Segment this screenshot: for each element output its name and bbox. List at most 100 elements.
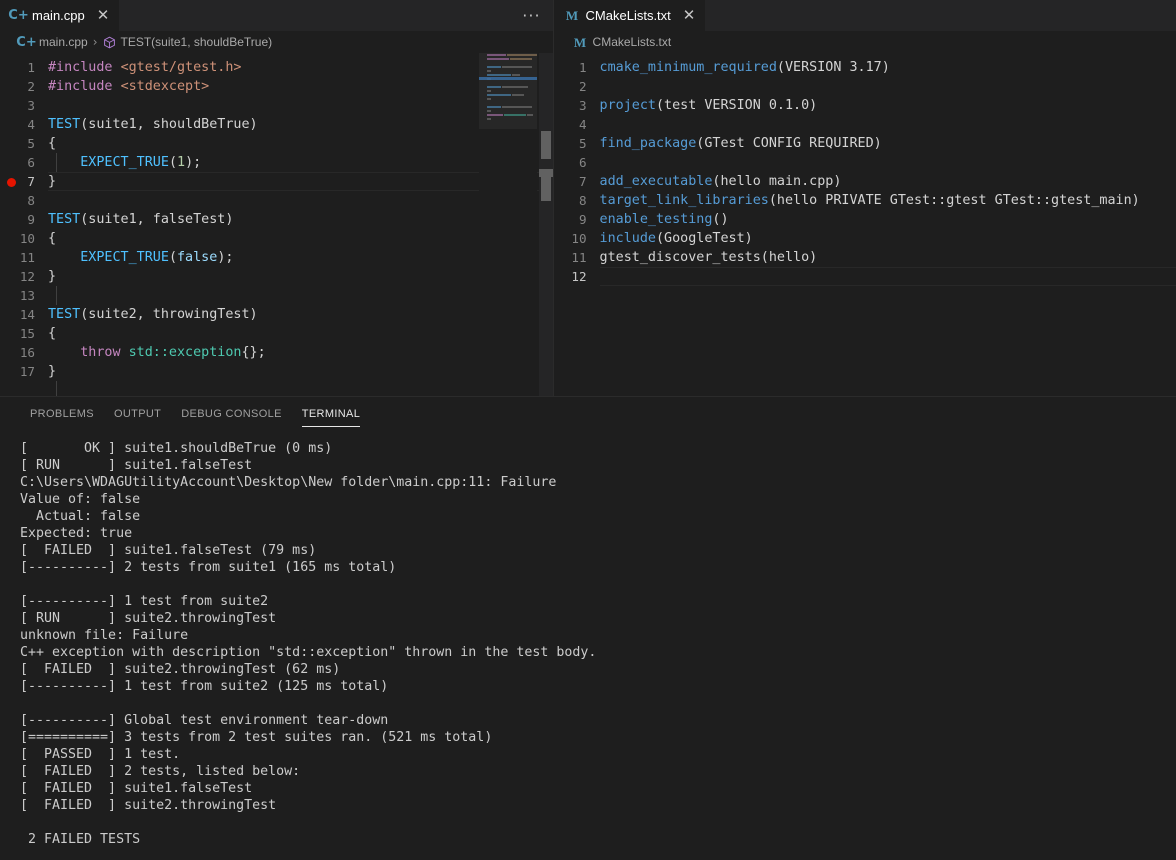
minimap-block bbox=[487, 106, 501, 108]
code-line[interactable]: #include <stdexcept> bbox=[48, 77, 553, 96]
close-icon[interactable]: ✕ bbox=[97, 8, 110, 23]
line-number[interactable]: 8 bbox=[554, 191, 600, 210]
panel-tab-problems[interactable]: PROBLEMS bbox=[20, 397, 104, 432]
editor-group-right: M CMakeLists.txt ✕ M CMakeLists.txt 1234… bbox=[553, 0, 1176, 396]
code-line[interactable]: add_executable(hello main.cpp) bbox=[600, 172, 1176, 191]
line-number[interactable]: 11 bbox=[554, 248, 600, 267]
panel-tab-terminal[interactable]: TERMINAL bbox=[292, 397, 370, 432]
code-line[interactable]: enable_testing() bbox=[600, 210, 1176, 229]
more-actions-icon[interactable]: ··· bbox=[522, 8, 540, 24]
panel-tab-output[interactable]: OUTPUT bbox=[104, 397, 171, 432]
line-number[interactable]: 6 bbox=[0, 153, 48, 172]
chevron-right-icon: › bbox=[92, 35, 99, 49]
code-line[interactable]: cmake_minimum_required(VERSION 3.17) bbox=[600, 58, 1176, 77]
code-line[interactable]: } bbox=[48, 172, 553, 191]
line-number[interactable]: 7 bbox=[554, 172, 600, 191]
line-number[interactable]: 9 bbox=[0, 210, 48, 229]
line-number[interactable]: 10 bbox=[0, 229, 48, 248]
scrollbar-thumb-secondary[interactable] bbox=[541, 169, 551, 201]
code-line[interactable]: project(test VERSION 0.1.0) bbox=[600, 96, 1176, 115]
code-line[interactable]: TEST(suite1, shouldBeTrue) bbox=[48, 115, 553, 134]
code-line[interactable] bbox=[48, 191, 553, 210]
minimap[interactable] bbox=[479, 53, 537, 396]
line-number[interactable]: 15 bbox=[0, 324, 48, 343]
tab-cmakelists-txt[interactable]: M CMakeLists.txt ✕ bbox=[554, 0, 707, 31]
tab-main-cpp[interactable]: C+ main.cpp ✕ bbox=[0, 0, 120, 31]
breadcrumb-item-file[interactable]: C+ main.cpp bbox=[19, 35, 88, 50]
code-line[interactable]: } bbox=[48, 362, 553, 381]
code-line[interactable] bbox=[48, 286, 553, 305]
scrollbar-thumb[interactable] bbox=[541, 131, 551, 159]
code-line[interactable] bbox=[600, 115, 1176, 134]
breadcrumb-item-symbol[interactable]: TEST(suite1, shouldBeTrue) bbox=[103, 35, 273, 49]
code-line[interactable]: EXPECT_TRUE(1); bbox=[48, 153, 553, 172]
minimap-block bbox=[487, 118, 491, 120]
code-line[interactable]: target_link_libraries(hello PRIVATE GTes… bbox=[600, 191, 1176, 210]
line-number[interactable]: 2 bbox=[554, 77, 600, 96]
minimap-block bbox=[487, 94, 511, 96]
line-number-gutter-right[interactable]: 123456789101112 bbox=[554, 53, 600, 396]
code-line[interactable] bbox=[600, 267, 1176, 286]
line-number[interactable]: 3 bbox=[554, 96, 600, 115]
line-number[interactable]: 1 bbox=[0, 58, 48, 77]
terminal-output[interactable]: [ OK ] suite1.shouldBeTrue (0 ms)[ RUN ]… bbox=[0, 432, 1176, 860]
close-icon[interactable]: ✕ bbox=[683, 8, 696, 23]
panel-tab-debug-console[interactable]: DEBUG CONSOLE bbox=[171, 397, 292, 432]
code-content-right[interactable]: cmake_minimum_required(VERSION 3.17) pro… bbox=[600, 53, 1176, 396]
cpp-file-icon: C+ bbox=[19, 35, 34, 50]
line-number[interactable]: 5 bbox=[554, 134, 600, 153]
terminal-line bbox=[20, 576, 1176, 593]
code-line[interactable]: #include <gtest/gtest.h> bbox=[48, 58, 553, 77]
code-line[interactable]: find_package(GTest CONFIG REQUIRED) bbox=[600, 134, 1176, 153]
line-number[interactable]: 2 bbox=[0, 77, 48, 96]
code-line[interactable]: TEST(suite2, throwingTest) bbox=[48, 305, 553, 324]
code-token bbox=[48, 155, 80, 170]
line-number[interactable]: 9 bbox=[554, 210, 600, 229]
line-number[interactable]: 1 bbox=[554, 58, 600, 77]
code-token: find_package bbox=[600, 136, 697, 151]
code-line[interactable]: { bbox=[48, 324, 553, 343]
code-token: ); bbox=[185, 155, 201, 170]
terminal-line: [----------] 2 tests from suite1 (165 ms… bbox=[20, 559, 1176, 576]
code-line[interactable]: gtest_discover_tests(hello) bbox=[600, 248, 1176, 267]
breadcrumb-item-file[interactable]: M CMakeLists.txt bbox=[573, 35, 672, 50]
line-number[interactable]: 14 bbox=[0, 305, 48, 324]
line-number[interactable]: 3 bbox=[0, 96, 48, 115]
code-line[interactable] bbox=[600, 77, 1176, 96]
line-number[interactable]: 16 bbox=[0, 343, 48, 362]
breakpoint-icon[interactable] bbox=[7, 178, 16, 187]
code-line[interactable]: EXPECT_TRUE(false); bbox=[48, 248, 553, 267]
line-number[interactable]: 11 bbox=[0, 248, 48, 267]
code-token: (suite2, throwingTest) bbox=[80, 307, 257, 322]
line-number-gutter-left[interactable]: 1234567891011121314151617 bbox=[0, 53, 48, 396]
code-token: TEST bbox=[48, 212, 80, 227]
code-token: enable_testing bbox=[600, 212, 713, 227]
minimap-block bbox=[512, 74, 520, 76]
line-number[interactable]: 4 bbox=[554, 115, 600, 134]
line-number[interactable]: 6 bbox=[554, 153, 600, 172]
code-line[interactable]: include(GoogleTest) bbox=[600, 229, 1176, 248]
code-line[interactable]: TEST(suite1, falseTest) bbox=[48, 210, 553, 229]
code-line[interactable]: { bbox=[48, 229, 553, 248]
vertical-scrollbar-left[interactable] bbox=[539, 53, 553, 396]
line-number[interactable]: 17 bbox=[0, 362, 48, 381]
code-line[interactable]: throw std::exception{}; bbox=[48, 343, 553, 362]
line-number[interactable]: 8 bbox=[0, 191, 48, 210]
line-number[interactable]: 7 bbox=[0, 172, 48, 191]
line-number[interactable]: 10 bbox=[554, 229, 600, 248]
code-content-left[interactable]: #include <gtest/gtest.h>#include <stdexc… bbox=[48, 53, 553, 396]
terminal-line: 2 FAILED TESTS bbox=[20, 831, 1176, 848]
code-line[interactable]: { bbox=[48, 134, 553, 153]
line-number[interactable]: 4 bbox=[0, 115, 48, 134]
code-line[interactable] bbox=[600, 153, 1176, 172]
line-number[interactable]: 13 bbox=[0, 286, 48, 305]
code-line[interactable]: } bbox=[48, 267, 553, 286]
minimap-block bbox=[487, 90, 491, 92]
code-token: 1 bbox=[177, 155, 185, 170]
line-number[interactable]: 12 bbox=[554, 267, 600, 286]
code-line[interactable] bbox=[48, 96, 553, 115]
line-number[interactable]: 12 bbox=[0, 267, 48, 286]
terminal-line: [----------] Global test environment tea… bbox=[20, 712, 1176, 729]
terminal-line bbox=[20, 695, 1176, 712]
line-number[interactable]: 5 bbox=[0, 134, 48, 153]
